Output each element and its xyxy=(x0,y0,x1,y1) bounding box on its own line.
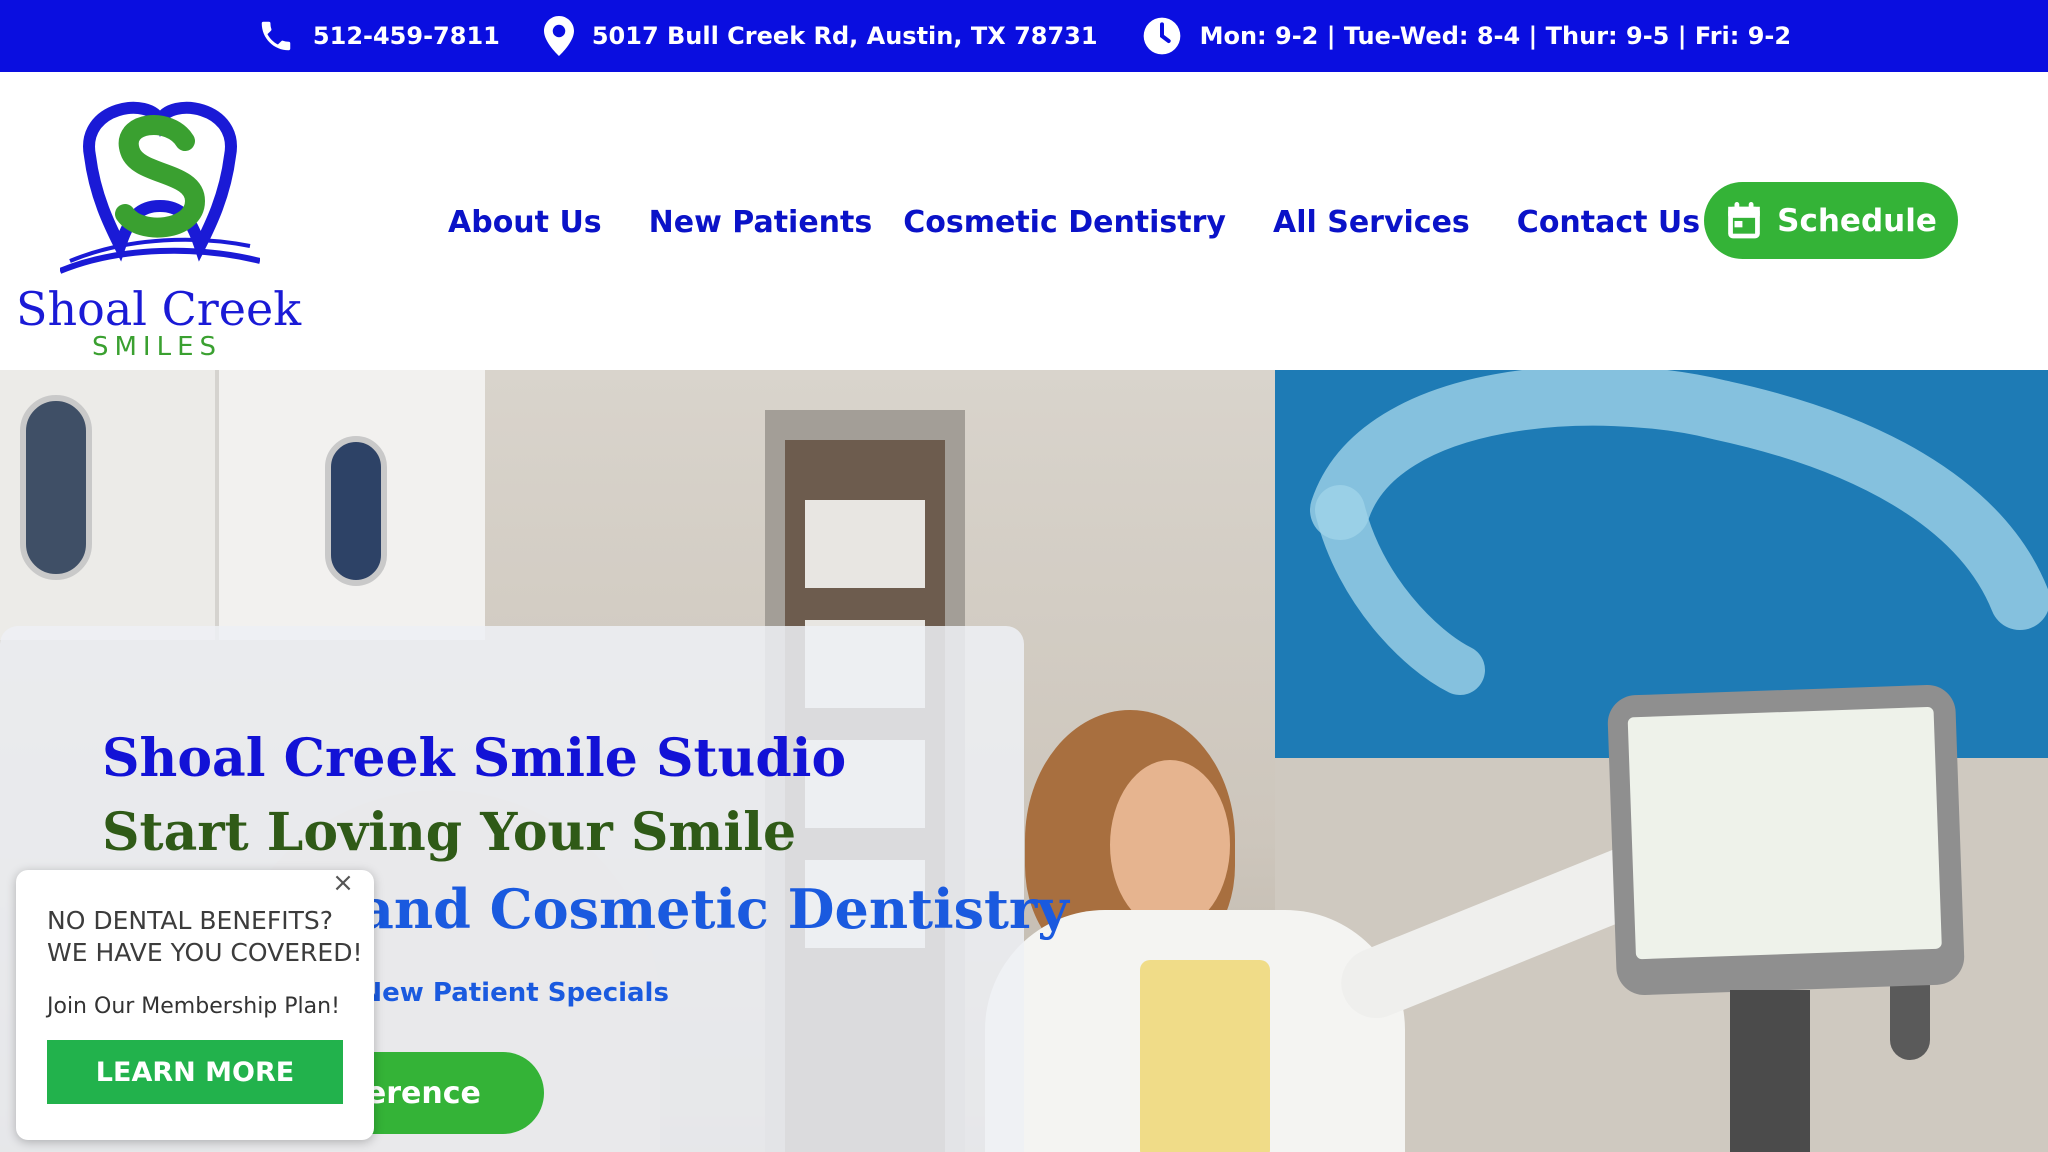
phone-icon xyxy=(261,21,291,51)
hours-text: Mon: 9-2 | Tue-Wed: 8-4 | Thur: 9-5 | Fr… xyxy=(1199,22,1792,50)
address-text[interactable]: 5017 Bull Creek Rd, Austin, TX 78731 xyxy=(592,22,1098,50)
nav-new-patients[interactable]: New Patients xyxy=(649,205,873,240)
close-icon[interactable]: × xyxy=(329,869,357,897)
top-info-bar: 512-459-7811 5017 Bull Creek Rd, Austin,… xyxy=(0,0,2048,72)
nav-contact-us[interactable]: Contact Us xyxy=(1517,205,1700,240)
phone-number[interactable]: 512-459-7811 xyxy=(313,22,500,50)
calendar-icon xyxy=(1728,201,1760,238)
hero-monitor-stand xyxy=(1730,990,1810,1152)
popup-text: Join Our Membership Plan! xyxy=(47,994,340,1019)
logo-tagline: SMILES xyxy=(91,332,223,362)
clock-icon xyxy=(1143,17,1180,55)
nav-about-us[interactable]: About Us xyxy=(448,205,602,240)
hero-doctor-face xyxy=(1110,760,1230,930)
hero-doctor-shirt xyxy=(1140,960,1270,1152)
hours-info: Mon: 9-2 | Tue-Wed: 8-4 | Thur: 9-5 | Fr… xyxy=(1142,16,1792,56)
hero-title: Shoal Creek Smile Studio xyxy=(102,728,847,789)
learn-more-button[interactable]: LEARN MORE xyxy=(47,1040,343,1104)
popup-heading-line1: NO DENTAL BENEFITS? xyxy=(47,906,333,935)
logo[interactable]: Shoal Creek SMILES xyxy=(12,96,302,416)
hero-monitor xyxy=(1606,684,1966,996)
main-nav: About Us New Patients Cosmetic Dentistry… xyxy=(448,200,1747,244)
hero-cabinet-window xyxy=(20,395,92,580)
address-info[interactable]: 5017 Bull Creek Rd, Austin, TX 78731 xyxy=(543,16,1098,56)
popup-heading-line2: WE HAVE YOU COVERED! xyxy=(47,938,363,967)
hero-monitor-screen xyxy=(1627,706,1942,960)
hero-subtitle: Start Loving Your Smile xyxy=(102,802,797,863)
schedule-button[interactable]: Schedule xyxy=(1704,182,1958,259)
tooth-logo-icon xyxy=(60,101,260,274)
schedule-label: Schedule xyxy=(1777,202,1937,239)
nav-cosmetic-dentistry[interactable]: Cosmetic Dentistry xyxy=(903,205,1226,240)
hero-door-pane xyxy=(805,500,925,588)
nav-all-services[interactable]: All Services xyxy=(1273,205,1470,240)
logo-title: Shoal Creek xyxy=(16,282,302,336)
hero-cabinet-window xyxy=(325,436,387,586)
phone-info[interactable]: 512-459-7811 xyxy=(257,17,500,55)
map-pin-icon xyxy=(543,16,574,56)
site-header: Shoal Creek SMILES About Us New Patients… xyxy=(0,72,2048,370)
